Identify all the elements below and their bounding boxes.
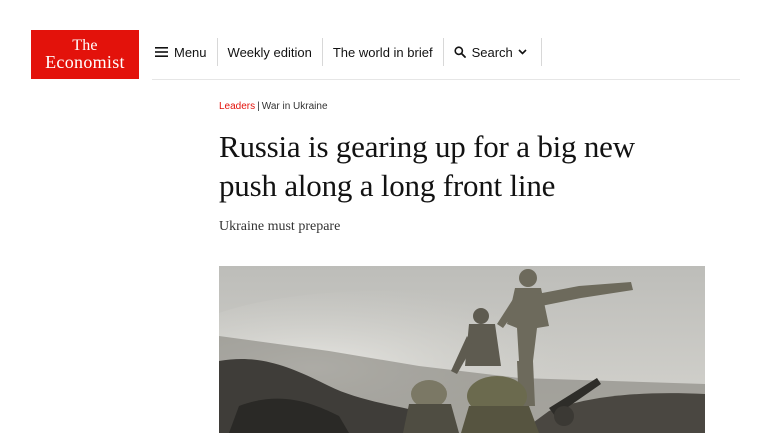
logo-line2: Economist (45, 51, 125, 72)
weekly-edition-link[interactable]: Weekly edition (218, 38, 323, 66)
menu-button[interactable]: Menu (150, 38, 218, 66)
header-divider (152, 79, 740, 80)
chevron-down-icon (518, 49, 527, 55)
headline-line2: push along a long front line (219, 168, 556, 203)
hero-photo (219, 266, 705, 433)
world-in-brief-link[interactable]: The world in brief (323, 38, 444, 66)
breadcrumb-section-link[interactable]: Leaders (219, 101, 255, 112)
world-in-brief-label: The world in brief (332, 44, 433, 60)
breadcrumb-separator: | (257, 101, 260, 112)
headline-line1: Russia is gearing up for a big new (219, 129, 635, 164)
weekly-edition-label: Weekly edition (227, 44, 312, 60)
article-header: Leaders | War in Ukraine Russia is gearing… (219, 100, 719, 235)
breadcrumb-topic-link[interactable]: War in Ukraine (262, 101, 328, 112)
logo-line1: The (72, 36, 98, 54)
article-headline: Russia is gearing up for a big new push … (219, 127, 719, 205)
top-navigation: Menu Weekly edition The world in brief S… (150, 38, 542, 66)
search-button[interactable]: Search (444, 38, 542, 66)
hamburger-icon (155, 47, 168, 57)
breadcrumb: Leaders | War in Ukraine (219, 100, 719, 114)
search-label: Search (471, 44, 513, 60)
search-icon (453, 46, 466, 58)
menu-label: Menu (174, 44, 207, 60)
article-subheadline: Ukraine must prepare (219, 219, 341, 234)
economist-logo[interactable]: The Economist (31, 30, 139, 79)
